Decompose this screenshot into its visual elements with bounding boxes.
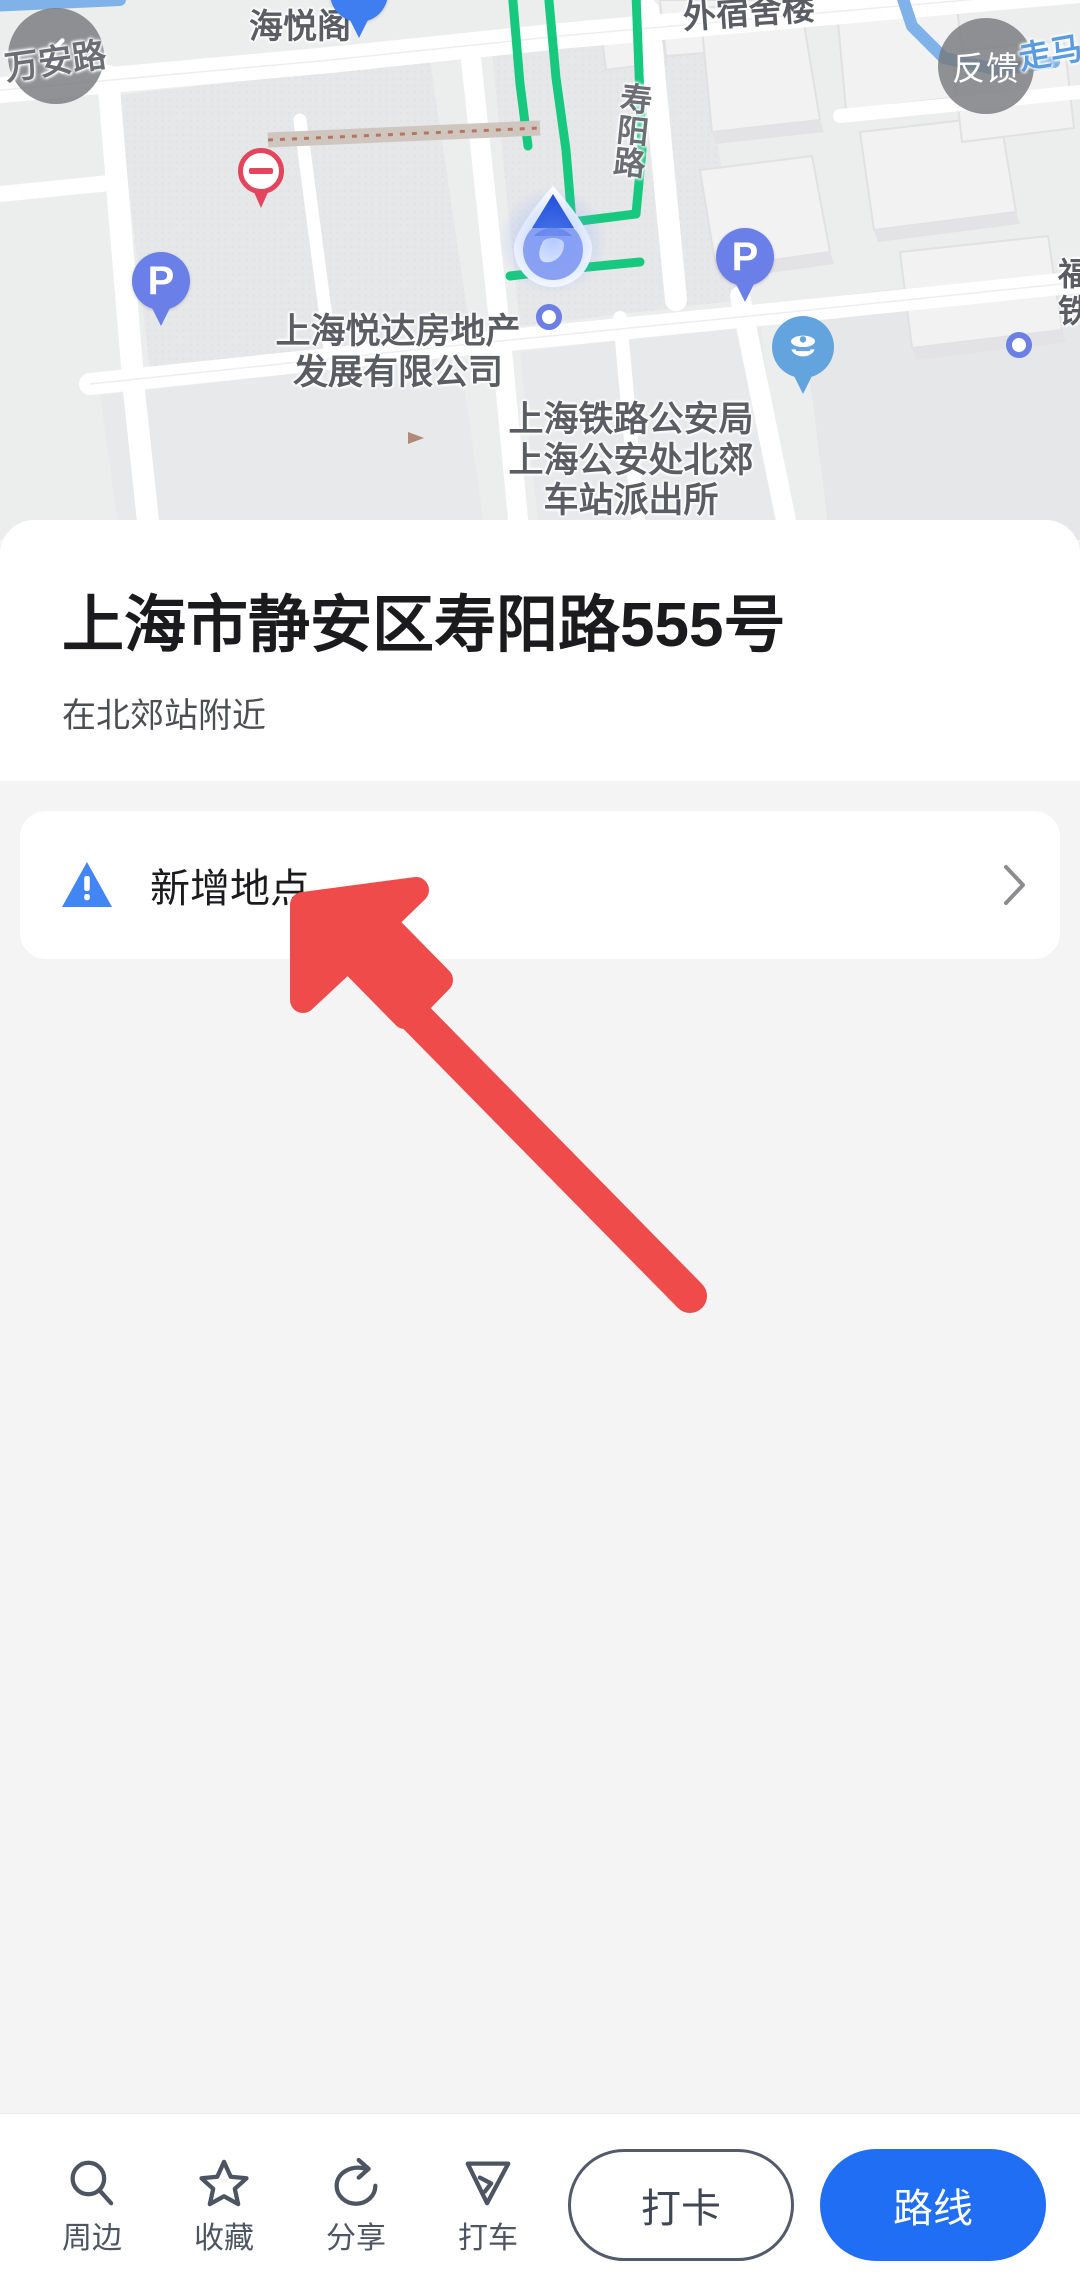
checkin-button[interactable]: 打卡 xyxy=(568,2149,794,2261)
pin-tail xyxy=(150,304,172,326)
feedback-button-label: 反馈 xyxy=(952,50,1020,87)
share-icon xyxy=(334,2157,378,2206)
parking-pin-left[interactable]: P xyxy=(132,252,190,326)
warning-triangle-icon xyxy=(62,861,112,907)
tool-taxi[interactable]: 打车 xyxy=(422,2156,554,2254)
bottom-action-bar: 周边 收藏 分享 打车 打卡 路线 xyxy=(0,2113,1080,2296)
checkin-button-label: 打卡 xyxy=(641,2187,721,2231)
page-title: 上海市静安区寿阳路555号 xyxy=(62,591,786,660)
feedback-button[interactable]: 反馈 xyxy=(938,18,1034,114)
parking-p-glyph: P xyxy=(716,228,774,286)
chevron-left-icon xyxy=(44,38,65,74)
search-icon xyxy=(70,2160,114,2206)
police-icon xyxy=(772,316,834,378)
tool-nearby-label: 周边 xyxy=(62,2222,122,2255)
tool-share-label: 分享 xyxy=(326,2222,386,2255)
tool-favorite[interactable]: 收藏 xyxy=(158,2156,290,2254)
tool-taxi-label: 打车 xyxy=(458,2222,518,2255)
pin-tail xyxy=(791,370,815,394)
tool-favorite-label: 收藏 xyxy=(194,2222,254,2255)
route-button-label: 路线 xyxy=(893,2187,973,2231)
current-location-marker[interactable] xyxy=(498,180,618,330)
pin-tail xyxy=(253,190,269,208)
top-partial-pin[interactable] xyxy=(330,0,388,38)
add-place-row-label: 新增地点 xyxy=(150,866,310,911)
page-subtitle: 在北郊站附近 xyxy=(62,697,266,736)
pin-tail xyxy=(734,280,756,302)
tool-nearby[interactable]: 周边 xyxy=(26,2156,158,2254)
map-canvas[interactable]: 反馈 万安路 寿阳路 走马 海悦阁 外宿舍楼 上海悦达房地产 发展有限公司 上海… xyxy=(0,0,1080,540)
route-button[interactable]: 路线 xyxy=(820,2149,1046,2261)
place-detail-sheet: 上海市静安区寿阳路555号 在北郊站附近 新增地点 xyxy=(0,520,1080,2113)
tool-share[interactable]: 分享 xyxy=(290,2156,422,2254)
navigation-arrow-icon xyxy=(465,2161,511,2206)
location-accuracy-dot xyxy=(536,304,562,330)
star-icon xyxy=(199,2159,249,2207)
map-detail-screen: 反馈 万安路 寿阳路 走马 海悦阁 外宿舍楼 上海悦达房地产 发展有限公司 上海… xyxy=(0,0,1080,2296)
parking-pin-right[interactable]: P xyxy=(716,228,774,302)
map-poi-dot xyxy=(1006,332,1032,358)
pin-tail xyxy=(348,16,370,38)
add-place-row[interactable]: 新增地点 xyxy=(20,810,1060,959)
sheet-header: 上海市静安区寿阳路555号 在北郊站附近 xyxy=(0,520,1080,781)
no-entry-icon xyxy=(238,148,284,194)
no-entry-pin[interactable] xyxy=(238,148,284,208)
location-glow xyxy=(498,186,608,296)
police-pin[interactable] xyxy=(772,316,834,394)
parking-p-glyph: P xyxy=(132,252,190,310)
back-button[interactable] xyxy=(8,8,104,104)
chevron-right-icon xyxy=(1004,864,1025,905)
